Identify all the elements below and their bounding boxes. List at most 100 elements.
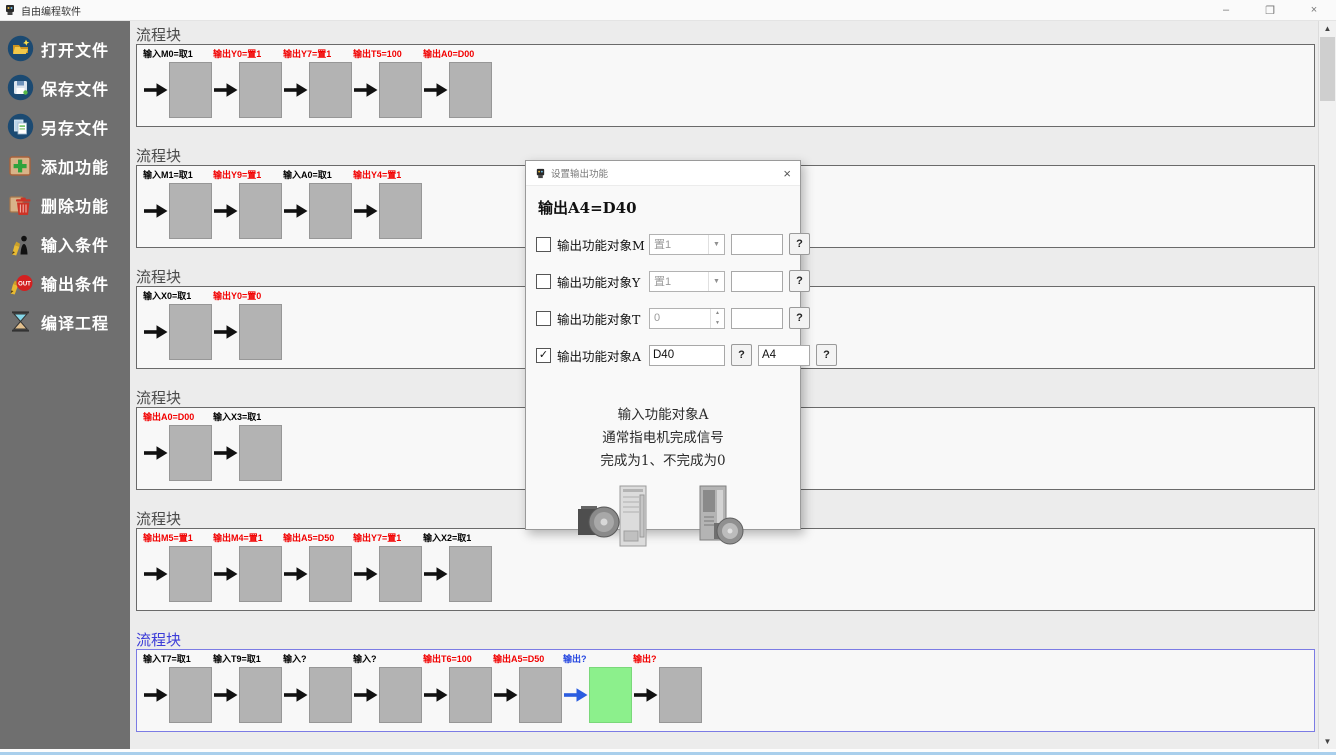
flow-step: 输出? <box>563 653 633 725</box>
maximize-button[interactable]: ❐ <box>1248 0 1292 20</box>
vertical-scrollbar[interactable]: ▲ ▼ <box>1318 20 1336 749</box>
dialog-info-text: 输入功能对象A通常指电机完成信号完成为1、不完成为0 <box>526 404 800 473</box>
sidebar-item-save-as-file[interactable]: 另存文件 <box>0 108 130 145</box>
flow-block[interactable] <box>239 183 282 239</box>
chevron-down-icon[interactable]: ▼ <box>708 235 724 254</box>
flow-block[interactable] <box>449 546 492 602</box>
servo-motor-with-driver-photo <box>576 485 660 549</box>
step-shapes <box>213 423 283 483</box>
flow-block[interactable] <box>169 667 212 723</box>
flow-arrow-icon <box>353 61 379 119</box>
step-shapes <box>493 665 563 725</box>
flow-block[interactable] <box>169 304 212 360</box>
step-label: 输出? <box>633 653 703 665</box>
help-button[interactable]: ? <box>731 344 752 366</box>
chevron-down-icon[interactable]: ▼ <box>708 272 724 291</box>
flow-block[interactable] <box>309 183 352 239</box>
delete-function-icon <box>7 191 34 218</box>
sidebar-item-input-condition[interactable]: 输入条件 <box>0 225 130 262</box>
flow-block[interactable] <box>239 425 282 481</box>
minimize-button[interactable]: – <box>1204 0 1248 20</box>
step-shapes <box>423 665 493 725</box>
checkbox[interactable] <box>536 237 551 252</box>
help-button[interactable]: ? <box>789 307 810 329</box>
flow-step: 输出M5=置1 <box>143 532 213 604</box>
flow-block[interactable] <box>379 183 422 239</box>
flow-block[interactable] <box>309 546 352 602</box>
flow-block[interactable] <box>169 62 212 118</box>
value-spinner[interactable]: 0 ▲▼ <box>649 308 725 329</box>
sidebar-item-delete-function[interactable]: 删除功能 <box>0 186 130 223</box>
help-button[interactable]: ? <box>789 270 810 292</box>
close-button[interactable]: × <box>1292 0 1336 20</box>
flow-arrow-icon <box>143 545 169 603</box>
axis-input[interactable] <box>758 345 810 366</box>
checkbox[interactable]: ✓ <box>536 348 551 363</box>
flow-step: 输出A5=D50 <box>283 532 353 604</box>
dialog-titlebar[interactable]: 设置输出功能 × <box>526 161 800 186</box>
sidebar: 打开文件保存文件另存文件添加功能删除功能输入条件OUT输出条件编译工程 <box>0 20 130 749</box>
flow-block[interactable] <box>449 667 492 723</box>
flow-block[interactable] <box>239 304 282 360</box>
scrollbar-thumb[interactable] <box>1320 37 1335 101</box>
window-titlebar: 自由编程软件 – ❐ × <box>0 0 1336 21</box>
flow-block[interactable] <box>379 62 422 118</box>
scroll-down-icon[interactable]: ▼ <box>1319 733 1336 749</box>
mode-dropdown[interactable]: 置1▼ <box>649 234 725 255</box>
flow-step: 输入X2=取1 <box>423 532 493 604</box>
sidebar-item-compile-project[interactable]: 编译工程 <box>0 303 130 340</box>
flow-block[interactable] <box>239 546 282 602</box>
flow-block[interactable] <box>449 62 492 118</box>
flow-block[interactable] <box>169 546 212 602</box>
step-shapes <box>213 181 283 241</box>
step-label: 输入? <box>353 653 423 665</box>
flow-block[interactable] <box>309 667 352 723</box>
extra-value-input[interactable] <box>731 234 783 255</box>
help-button[interactable]: ? <box>816 344 837 366</box>
flow-block[interactable] <box>169 425 212 481</box>
sidebar-item-add-function[interactable]: 添加功能 <box>0 147 130 184</box>
step-shapes <box>143 60 213 120</box>
dialog-close-icon[interactable]: × <box>783 167 791 180</box>
flow-block[interactable] <box>309 62 352 118</box>
checkbox[interactable] <box>536 311 551 326</box>
step-label: 输入? <box>283 653 353 665</box>
flow-arrow-icon <box>213 182 239 240</box>
flow-arrow-icon <box>213 545 239 603</box>
flow-step: 输出Y7=置1 <box>283 48 353 120</box>
spinner-down-icon[interactable]: ▼ <box>711 318 724 328</box>
flow-block[interactable] <box>659 667 702 723</box>
sidebar-item-output-condition[interactable]: OUT输出条件 <box>0 264 130 301</box>
sidebar-item-label: 打开文件 <box>41 37 109 61</box>
sidebar-item-save-file[interactable]: 保存文件 <box>0 69 130 106</box>
help-button[interactable]: ? <box>789 233 810 255</box>
spinner-arrows: ▲▼ <box>710 309 724 328</box>
flow-block[interactable] <box>239 667 282 723</box>
spinner-up-icon[interactable]: ▲ <box>711 309 724 319</box>
flow-section-box[interactable]: 输入M0=取1输出Y0=置1输出Y7=置1输出T5=100输出A0=D00 <box>136 44 1315 127</box>
step-label: 输出Y9=置1 <box>213 169 283 181</box>
extra-value-input[interactable] <box>731 308 783 329</box>
flow-arrow-icon <box>143 182 169 240</box>
flow-block[interactable] <box>589 667 632 723</box>
sidebar-item-open-file[interactable]: 打开文件 <box>0 30 130 67</box>
flow-block[interactable] <box>519 667 562 723</box>
step-label: 输出A5=D50 <box>493 653 563 665</box>
data-register-input[interactable] <box>649 345 725 366</box>
sidebar-item-label: 输出条件 <box>41 271 109 295</box>
flow-block[interactable] <box>379 667 422 723</box>
dialog-row: 输出功能对象M置1▼? <box>536 233 790 255</box>
flow-block[interactable] <box>169 183 212 239</box>
flow-block[interactable] <box>379 546 422 602</box>
mode-dropdown[interactable]: 置1▼ <box>649 271 725 292</box>
step-shapes <box>353 60 423 120</box>
window-title: 自由编程软件 <box>21 3 81 18</box>
flow-arrow-icon <box>493 666 519 724</box>
extra-value-input[interactable] <box>731 271 783 292</box>
flow-block[interactable] <box>239 62 282 118</box>
spinner-value: 0 <box>654 312 660 324</box>
flow-step: 输出A0=D00 <box>143 411 213 483</box>
flow-section-box[interactable]: 输入T7=取1输入T9=取1输入?输入?输出T6=100输出A5=D50输出?输… <box>136 649 1315 732</box>
checkbox[interactable] <box>536 274 551 289</box>
scroll-up-icon[interactable]: ▲ <box>1319 20 1336 36</box>
